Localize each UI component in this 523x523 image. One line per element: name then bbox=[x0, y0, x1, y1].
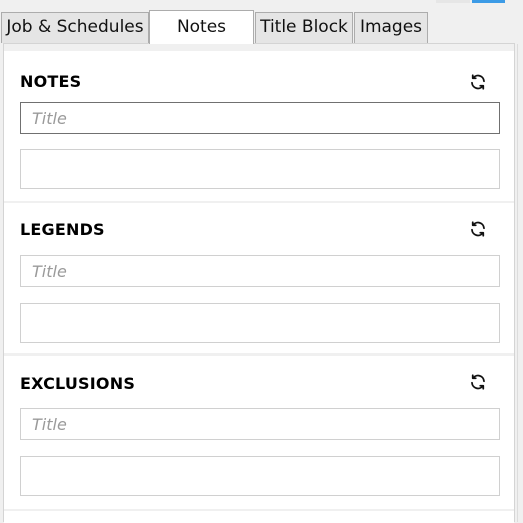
exclusions-refresh-button[interactable] bbox=[467, 371, 489, 393]
exclusions-title-input[interactable] bbox=[20, 408, 500, 440]
legends-title-input[interactable] bbox=[20, 255, 500, 287]
window-control-button-accent[interactable] bbox=[472, 0, 505, 3]
refresh-icon bbox=[471, 74, 485, 90]
notes-body-input[interactable] bbox=[20, 149, 500, 189]
next-section-edge bbox=[4, 511, 514, 523]
legends-section: LEGENDS bbox=[4, 203, 514, 353]
notes-heading: NOTES bbox=[20, 72, 82, 91]
tab-images[interactable]: Images bbox=[354, 12, 428, 43]
notes-refresh-button[interactable] bbox=[467, 71, 489, 93]
notes-panel: NOTES LEGENDS EXCLUSIONS bbox=[3, 43, 515, 523]
exclusions-heading: EXCLUSIONS bbox=[20, 374, 136, 393]
window-control-button[interactable] bbox=[436, 0, 470, 3]
exclusions-section: EXCLUSIONS bbox=[4, 356, 514, 509]
exclusions-body-input[interactable] bbox=[20, 456, 500, 496]
tab-job-and-schedules[interactable]: Job & Schedules bbox=[1, 12, 149, 43]
scrollbar-track[interactable] bbox=[517, 44, 523, 522]
legends-body-input[interactable] bbox=[20, 303, 500, 343]
legends-refresh-button[interactable] bbox=[467, 218, 489, 240]
tab-title-block[interactable]: Title Block bbox=[255, 12, 353, 43]
notes-title-input[interactable] bbox=[20, 102, 500, 134]
tab-notes[interactable]: Notes bbox=[149, 10, 254, 44]
refresh-icon bbox=[471, 374, 485, 390]
legends-heading: LEGENDS bbox=[20, 220, 105, 239]
notes-section: NOTES bbox=[4, 51, 514, 201]
refresh-icon bbox=[471, 221, 485, 237]
